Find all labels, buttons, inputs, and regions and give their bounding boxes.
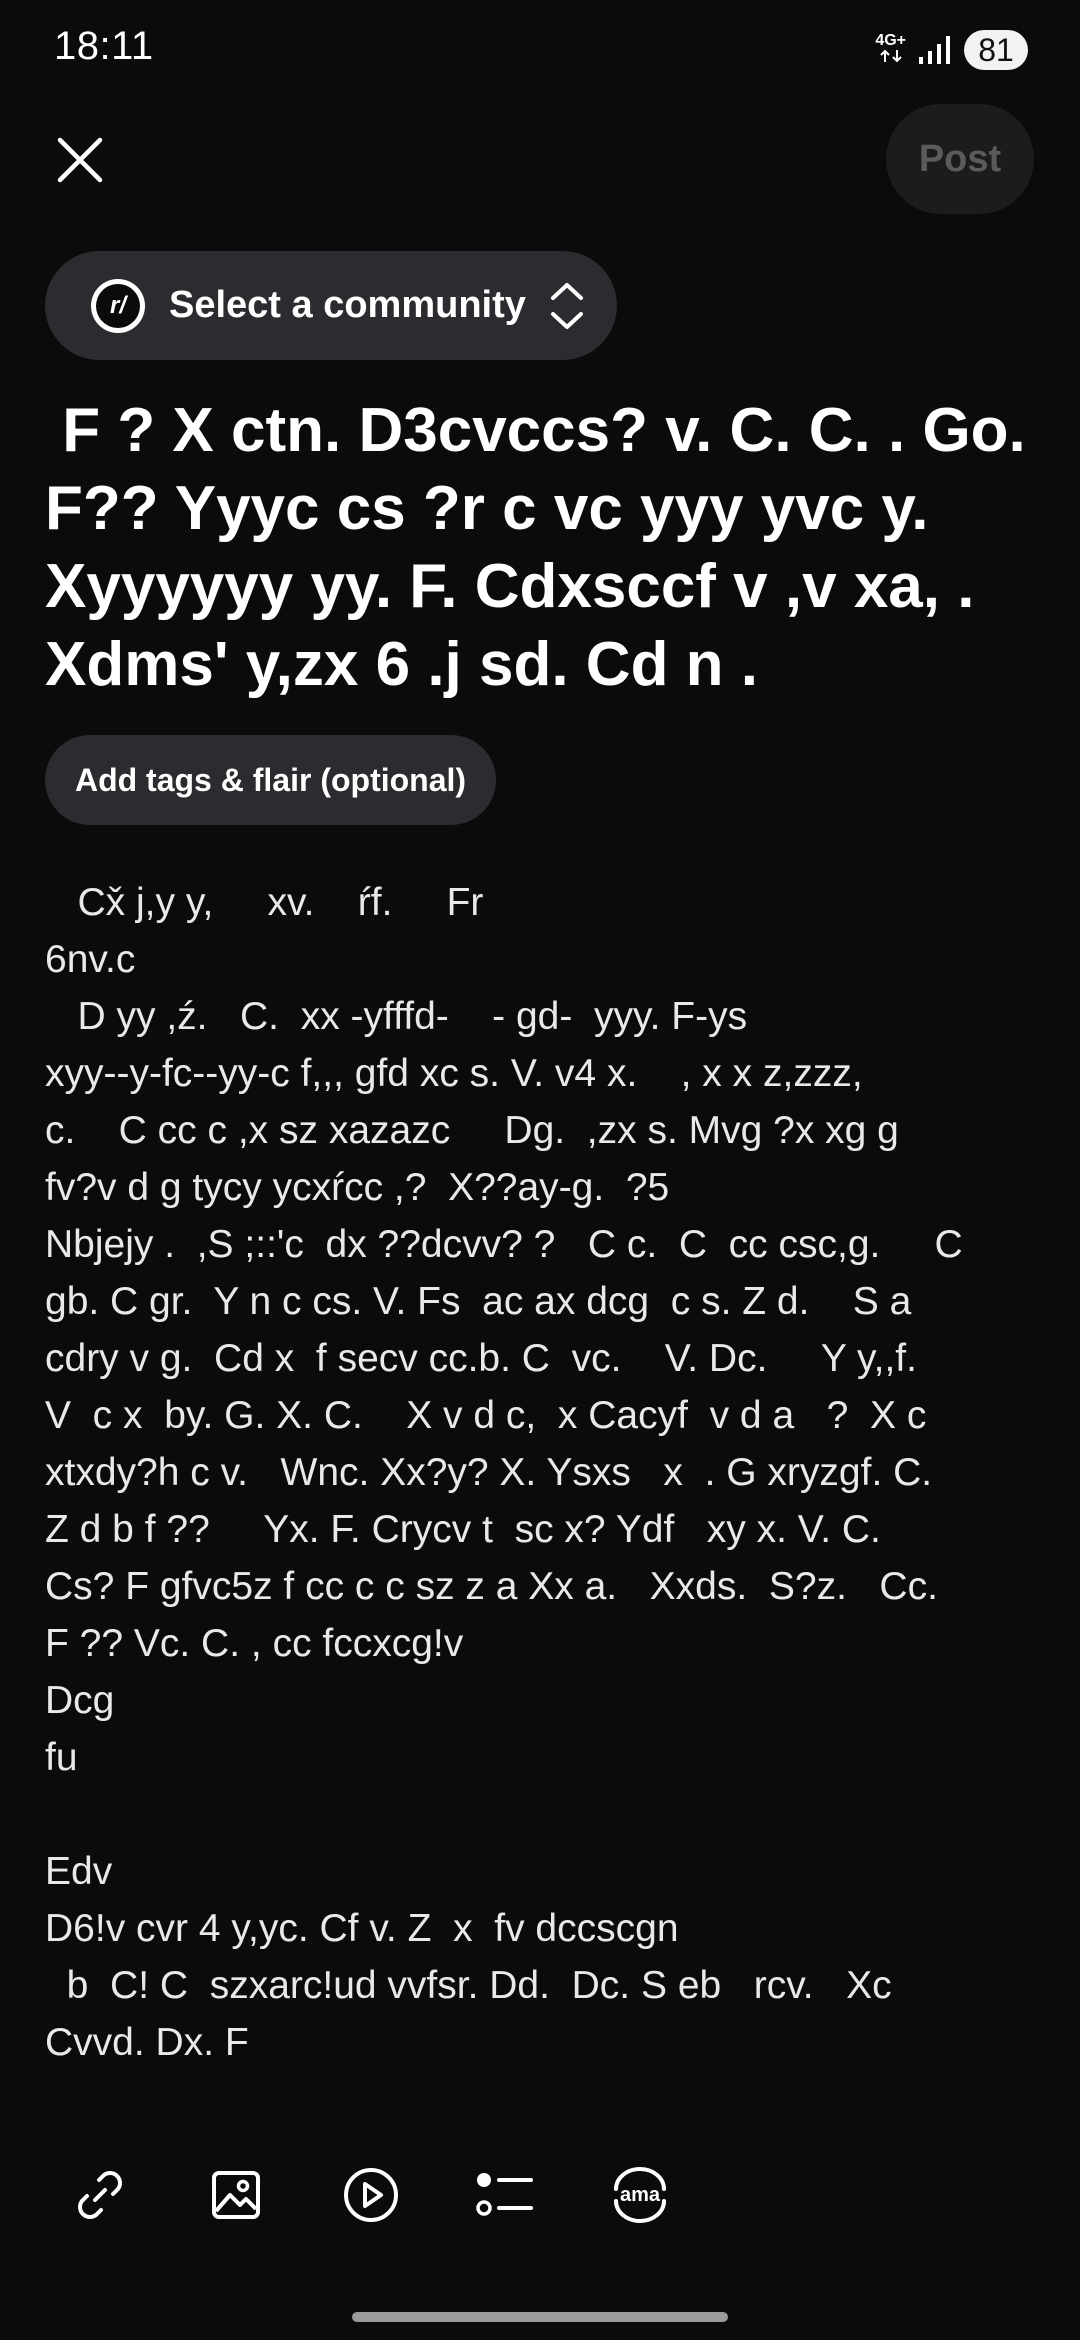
composer-toolbar: ama xyxy=(0,2150,1080,2250)
image-icon xyxy=(212,2171,260,2219)
community-label: Select a community xyxy=(169,284,526,326)
image-button[interactable] xyxy=(191,2150,281,2240)
close-icon xyxy=(57,137,103,183)
home-indicator[interactable] xyxy=(352,2312,728,2322)
post-body-field[interactable]: Cx̌ j,y y, xv. ŕf. Fr 6nv.c D yy ,ź. C. … xyxy=(45,874,1055,2071)
status-bar: 18:11 4G+ 81 xyxy=(0,0,1080,100)
post-button[interactable]: Post xyxy=(886,104,1034,214)
poll-button[interactable] xyxy=(460,2150,550,2240)
community-logo: r/ xyxy=(91,278,145,333)
ama-icon: ama xyxy=(614,2167,666,2223)
up-down-chevron-icon xyxy=(550,282,584,330)
status-icons: 4G+ 81 xyxy=(875,28,1028,72)
video-button[interactable] xyxy=(326,2150,416,2240)
ama-label: ama xyxy=(620,2184,661,2206)
data-arrows-icon: 4G+ xyxy=(875,33,906,67)
ama-button[interactable]: ama xyxy=(595,2150,685,2240)
link-icon xyxy=(78,2171,122,2219)
battery-level: 81 xyxy=(978,31,1014,68)
close-button[interactable] xyxy=(50,130,110,190)
video-icon xyxy=(344,2168,398,2222)
battery-icon: 81 xyxy=(964,30,1028,70)
network-type: 4G+ xyxy=(875,32,906,49)
arrows-glyph xyxy=(879,49,902,63)
subreddit-icon: r/ xyxy=(96,283,140,328)
link-button[interactable] xyxy=(55,2150,145,2240)
status-time: 18:11 xyxy=(54,24,154,68)
poll-icon xyxy=(476,2173,533,2216)
add-tags-flair-button[interactable]: Add tags & flair (optional) xyxy=(45,735,496,825)
select-community-button[interactable]: r/ Select a community xyxy=(45,251,617,360)
top-bar: Post xyxy=(0,100,1080,220)
signal-icon xyxy=(919,36,950,64)
post-title-field[interactable]: F ? X ctn. D3cvccs? v. C. C. . Go. F?? Y… xyxy=(45,392,1045,704)
